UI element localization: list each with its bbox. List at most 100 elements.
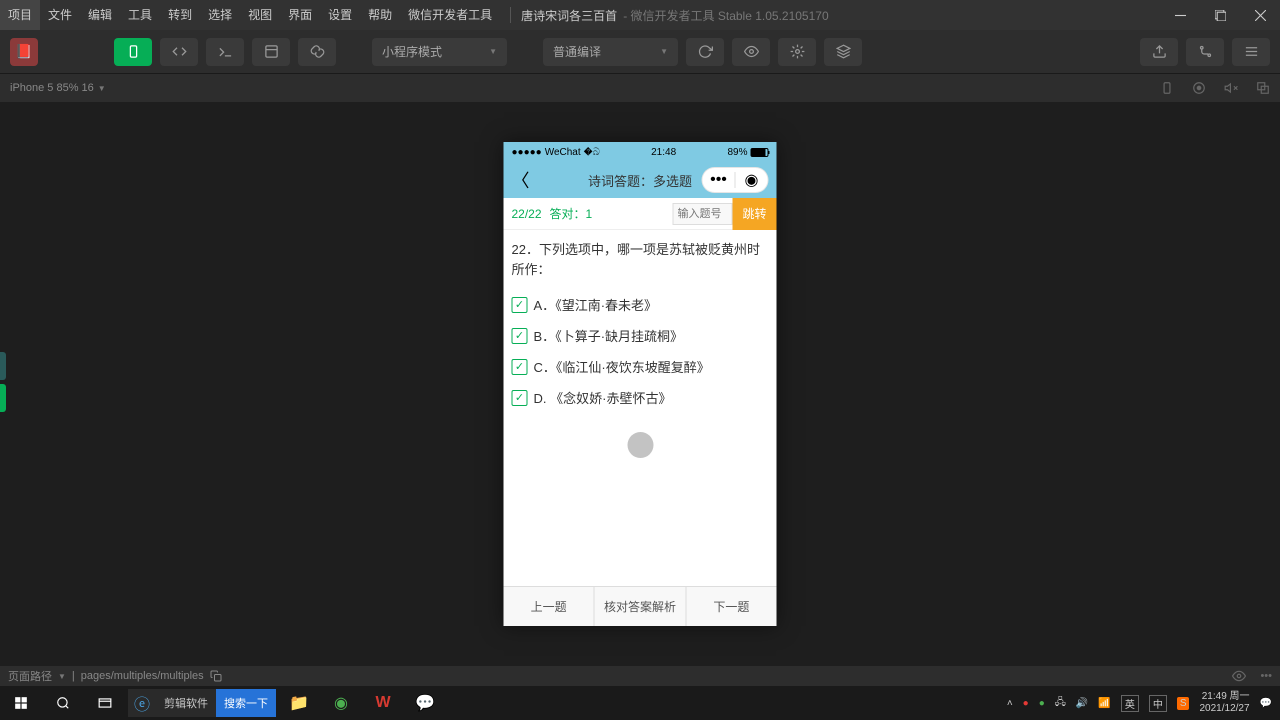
project-icon[interactable]: 📕	[10, 38, 38, 66]
menu-file[interactable]: 文件	[40, 0, 80, 30]
check-icon: ✓	[512, 297, 528, 313]
version-button[interactable]	[1186, 38, 1224, 66]
preview-button[interactable]	[732, 38, 770, 66]
battery-percent: 89%	[727, 147, 747, 158]
status-bar: ●●●●● WeChat �බ 21:48 89%	[504, 142, 777, 162]
editor-toggle[interactable]	[160, 38, 198, 66]
progress-bar: 22/22 答对：1 跳转	[504, 198, 777, 230]
menu-settings[interactable]: 设置	[320, 0, 360, 30]
start-button[interactable]	[0, 686, 42, 720]
explorer-icon[interactable]: 📁	[278, 686, 320, 720]
ime-label[interactable]: 英	[1121, 695, 1139, 712]
wifi-icon[interactable]: 📶	[1098, 698, 1110, 709]
app-title: 唐诗宋词各三百首	[521, 7, 617, 24]
mode-label: 小程序模式	[382, 43, 442, 60]
menu-select[interactable]: 选择	[200, 0, 240, 30]
choice-a[interactable]: ✓ A．《望江南·春未老》	[504, 289, 777, 320]
capsule-close-button[interactable]: ◉	[736, 170, 768, 190]
menu-devtools[interactable]: 微信开发者工具	[400, 0, 500, 30]
toolbar: 📕 小程序模式▼ 普通编译 ▼	[0, 30, 1280, 74]
time-label: 21:48	[651, 147, 676, 158]
choice-c[interactable]: ✓ C．《临江仙·夜饮东坡醒复醉》	[504, 351, 777, 382]
app-subtitle: - 微信开发者工具 Stable 1.05.2105170	[623, 7, 828, 24]
ime-label[interactable]: 中	[1149, 695, 1167, 712]
capsule-menu-button[interactable]: •••	[703, 171, 735, 189]
next-button[interactable]: 下一题	[686, 587, 776, 626]
windows-taskbar: ⓔ 剪辑软件 搜索一下 📁 ◉ W 💬 ˄ ● ● 🖧 🔊 📶 英 中 S 21…	[0, 686, 1280, 720]
taskbar-search-box[interactable]: ⓔ 剪辑软件 搜索一下	[128, 689, 276, 717]
check-icon: ✓	[512, 359, 528, 375]
network-icon[interactable]: 🖧	[1055, 695, 1066, 712]
check-icon: ✓	[512, 390, 528, 406]
signal-icon: ●●●●●	[512, 147, 542, 158]
tray-icon[interactable]: ●	[1039, 698, 1045, 709]
choice-d[interactable]: ✓ D. 《念奴娇·赤壁怀古》	[504, 382, 777, 413]
search-button[interactable]	[42, 686, 84, 720]
device-selector[interactable]: iPhone 5 85% 16▼	[10, 82, 106, 94]
mute-icon[interactable]	[1224, 81, 1238, 95]
nav-bar: 〈 诗词答题：多选题 ••• ◉	[504, 162, 777, 198]
correct-label: 答对：	[550, 207, 586, 221]
wps-icon[interactable]: W	[362, 686, 404, 720]
search-go-button[interactable]: 搜索一下	[216, 689, 276, 717]
cloud-toggle[interactable]	[298, 38, 336, 66]
jump-button[interactable]: 跳转	[733, 198, 777, 230]
wechat-icon[interactable]: 💬	[404, 686, 446, 720]
details-button[interactable]	[1232, 38, 1270, 66]
debugger-toggle[interactable]	[206, 38, 244, 66]
question-number-input[interactable]	[673, 203, 733, 225]
prev-button[interactable]: 上一题	[504, 587, 595, 626]
battery-icon	[750, 148, 768, 157]
clock[interactable]: 21:49 周一 2021/12/27	[1199, 691, 1249, 715]
carrier-label: WeChat	[545, 147, 581, 158]
detach-icon[interactable]	[1256, 81, 1270, 95]
path-label: 页面路径	[8, 668, 52, 684]
more-icon[interactable]: •••	[1260, 670, 1272, 682]
chevron-down-icon[interactable]: ▼	[58, 672, 66, 681]
simulator-area: ●●●●● WeChat �බ 21:48 89% 〈 诗词答题：多选题 •••…	[0, 102, 1280, 666]
compile-dropdown[interactable]: 普通编译 ▼	[543, 38, 678, 66]
choice-b[interactable]: ✓ B．《卜算子·缺月挂疏桐》	[504, 320, 777, 351]
progress-counter: 22/22	[504, 207, 550, 221]
copy-icon[interactable]	[210, 670, 222, 682]
check-answer-button[interactable]: 核对答案解析	[595, 587, 686, 626]
browser-icon[interactable]: ◉	[320, 686, 362, 720]
phone-icon[interactable]	[1160, 81, 1174, 95]
correct-count: 1	[586, 207, 593, 221]
remote-debug-button[interactable]	[778, 38, 816, 66]
chevron-down-icon: ▼	[660, 47, 668, 56]
volume-icon[interactable]: 🔊	[1076, 698, 1088, 709]
tray-expand-icon[interactable]: ˄	[1007, 698, 1013, 709]
footer: 页面路径 ▼ | pages/multiples/multiples •••	[0, 666, 1280, 686]
close-button[interactable]	[1240, 0, 1280, 30]
record-icon[interactable]	[1192, 81, 1206, 95]
performance-indicator	[0, 352, 6, 412]
chevron-down-icon: ▼	[98, 84, 106, 93]
upload-button[interactable]	[1140, 38, 1178, 66]
menu-view[interactable]: 视图	[240, 0, 280, 30]
sogou-icon[interactable]: S	[1177, 697, 1190, 710]
notifications-icon[interactable]: 💬	[1260, 698, 1272, 709]
back-button[interactable]: 〈	[512, 167, 530, 193]
menu-project[interactable]: 项目	[0, 0, 40, 30]
page-title: 诗词答题：多选题	[588, 171, 692, 190]
menu-tools[interactable]: 工具	[120, 0, 160, 30]
eye-icon[interactable]	[1232, 669, 1246, 683]
task-view-button[interactable]	[84, 686, 126, 720]
menu-edit[interactable]: 编辑	[80, 0, 120, 30]
tray-icon[interactable]: ●	[1023, 698, 1029, 709]
capsule: ••• ◉	[702, 167, 769, 193]
compile-label: 普通编译	[553, 43, 601, 60]
menu-interface[interactable]: 界面	[280, 0, 320, 30]
loading-indicator	[627, 432, 653, 458]
visual-toggle[interactable]	[252, 38, 290, 66]
mode-dropdown[interactable]: 小程序模式▼	[372, 38, 507, 66]
simulator-toggle[interactable]	[114, 38, 152, 66]
menu-help[interactable]: 帮助	[360, 0, 400, 30]
device-bar: iPhone 5 85% 16▼	[0, 74, 1280, 102]
maximize-button[interactable]	[1200, 0, 1240, 30]
minimize-button[interactable]	[1160, 0, 1200, 30]
clear-cache-button[interactable]	[824, 38, 862, 66]
compile-button[interactable]	[686, 38, 724, 66]
menu-goto[interactable]: 转到	[160, 0, 200, 30]
